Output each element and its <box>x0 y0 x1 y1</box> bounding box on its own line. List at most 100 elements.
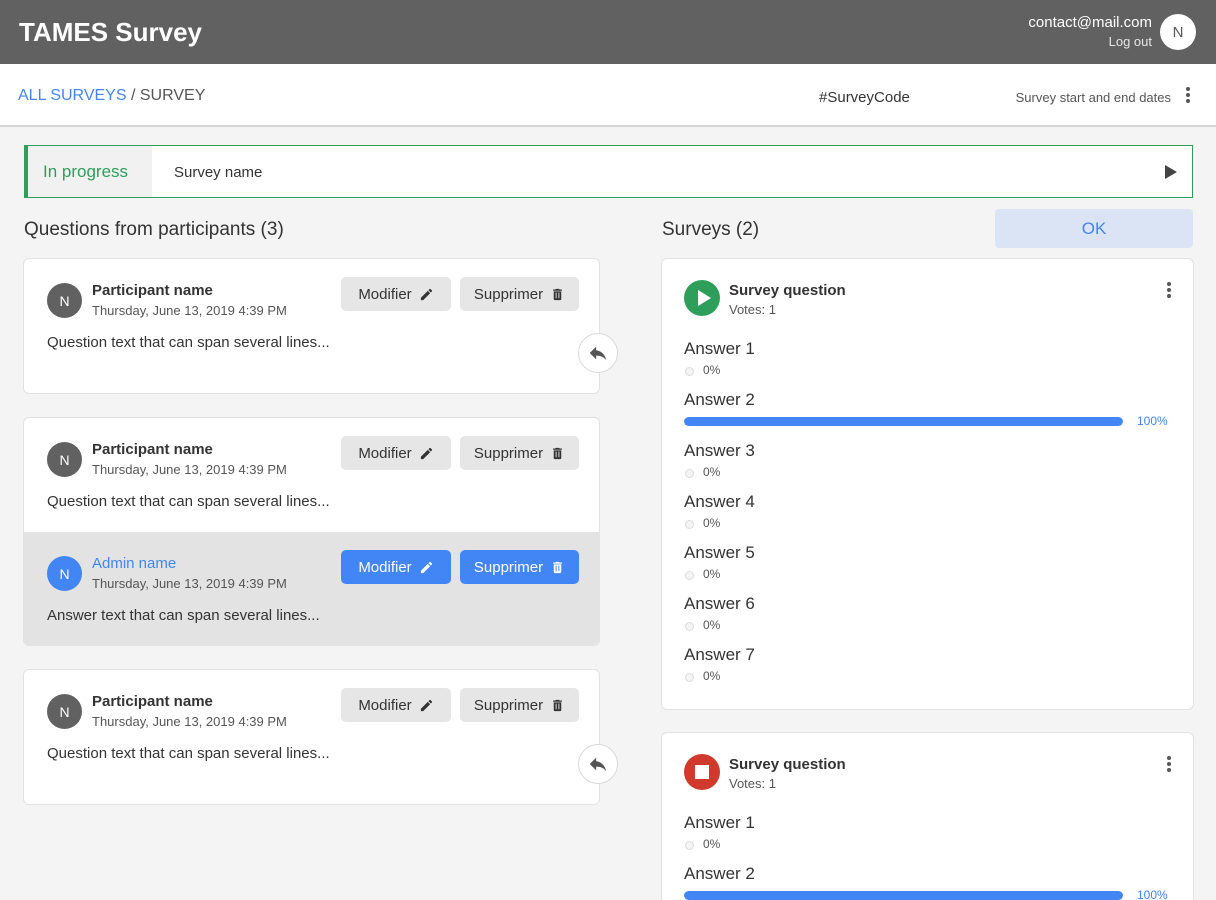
user-avatar[interactable]: N <box>1160 14 1196 50</box>
question-text: Question text that can span several line… <box>47 745 330 762</box>
top-bar: TAMES Survey contact@mail.com Log out N <box>0 0 1216 64</box>
modify-label: Modifier <box>358 696 412 714</box>
participant-name: Participant name <box>92 693 213 710</box>
answer-label: Answer 1 <box>684 813 755 832</box>
delete-answer-button[interactable]: Supprimer <box>460 550 579 584</box>
trash-icon <box>553 288 562 300</box>
answer-date: Thursday, June 13, 2019 4:39 PM <box>92 576 287 591</box>
participant-name: Participant name <box>92 282 213 299</box>
answer-label: Answer 3 <box>684 441 755 460</box>
question-card: N Participant name Thursday, June 13, 20… <box>23 258 600 394</box>
answer-percent: 0% <box>703 837 721 851</box>
survey-votes: Votes: 1 <box>729 302 776 317</box>
delete-button[interactable]: Supprimer <box>460 277 579 311</box>
play-icon[interactable] <box>684 280 720 316</box>
answer-dot <box>685 673 694 682</box>
pencil-icon <box>420 699 432 711</box>
trash-icon <box>553 699 562 711</box>
admin-name: Admin name <box>92 555 177 572</box>
answer-label: Answer 1 <box>684 339 755 358</box>
survey-dates: Survey start and end dates <box>1015 90 1171 105</box>
answer-dot <box>685 841 694 850</box>
participant-avatar: N <box>47 694 82 729</box>
question-item: N Participant name Thursday, June 13, 20… <box>24 259 599 374</box>
answer-percent: 100% <box>1137 414 1168 428</box>
question-item: N Participant name Thursday, June 13, 20… <box>24 418 599 533</box>
question-date: Thursday, June 13, 2019 4:39 PM <box>92 714 287 729</box>
survey-card: Survey question Votes: 1 Answer 1 0% Answe… <box>661 732 1194 900</box>
survey-votes: Votes: 1 <box>729 776 776 791</box>
survey-answer: Answer 1 0% <box>684 339 1184 387</box>
play-icon[interactable] <box>1165 165 1177 179</box>
answer-dot <box>685 520 694 529</box>
survey-question: Survey question <box>729 282 846 299</box>
breadcrumb-all-surveys-link[interactable]: ALL SURVEYS <box>18 87 127 104</box>
pencil-icon <box>420 447 432 459</box>
delete-label: Supprimer <box>473 558 544 576</box>
survey-answer: Answer 2 100% <box>684 390 1184 438</box>
trash-icon <box>553 447 562 459</box>
survey-question: Survey question <box>729 756 846 773</box>
modify-label: Modifier <box>358 285 412 303</box>
survey-status-bar: In progress Survey name <box>24 145 1193 198</box>
questions-section-title: Questions from participants (3) <box>24 219 284 240</box>
answer-progress-fill <box>684 417 1123 426</box>
survey-header-bar: ALL SURVEYS / SURVEY #SurveyCode Survey … <box>0 64 1216 127</box>
answer-progress-bar <box>684 891 1123 900</box>
admin-avatar: N <box>47 556 82 591</box>
header-menu-icon[interactable] <box>1180 84 1196 106</box>
answer-label: Answer 4 <box>684 492 755 511</box>
delete-label: Supprimer <box>473 696 544 714</box>
question-card: N Participant name Thursday, June 13, 20… <box>23 417 600 646</box>
pencil-icon <box>420 288 432 300</box>
question-date: Thursday, June 13, 2019 4:39 PM <box>92 462 287 477</box>
answer-percent: 0% <box>703 516 721 530</box>
answer-label: Answer 2 <box>684 390 755 409</box>
survey-menu-icon[interactable] <box>1161 753 1177 775</box>
delete-button[interactable]: Supprimer <box>460 688 579 722</box>
modify-button[interactable]: Modifier <box>341 277 451 311</box>
trash-icon <box>553 561 562 573</box>
stop-icon[interactable] <box>684 754 720 790</box>
survey-answer: Answer 5 0% <box>684 543 1184 591</box>
modify-button[interactable]: Modifier <box>341 436 451 470</box>
breadcrumb: ALL SURVEYS / SURVEY <box>18 87 205 105</box>
survey-answer: Answer 7 0% <box>684 645 1184 693</box>
answer-percent: 0% <box>703 363 721 377</box>
answer-label: Answer 2 <box>684 864 755 883</box>
survey-code: #SurveyCode <box>819 89 910 106</box>
delete-button[interactable]: Supprimer <box>460 436 579 470</box>
question-text: Question text that can span several line… <box>47 493 330 510</box>
question-item: N Participant name Thursday, June 13, 20… <box>24 670 599 785</box>
survey-name: Survey name <box>174 164 263 181</box>
reply-button[interactable] <box>578 333 618 373</box>
breadcrumb-separator: / <box>130 87 136 104</box>
logout-link[interactable]: Log out <box>1028 34 1152 49</box>
ok-button[interactable]: OK <box>995 209 1193 248</box>
answer-dot <box>685 622 694 631</box>
reply-icon <box>589 346 607 361</box>
app-title: TAMES Survey <box>19 17 203 47</box>
question-card: N Participant name Thursday, June 13, 20… <box>23 669 600 805</box>
modify-button[interactable]: Modifier <box>341 688 451 722</box>
participant-avatar: N <box>47 283 82 318</box>
reply-button[interactable] <box>578 744 618 784</box>
admin-answer: N Admin name Thursday, June 13, 2019 4:3… <box>24 532 599 645</box>
survey-menu-icon[interactable] <box>1161 279 1177 301</box>
answer-percent: 0% <box>703 618 721 632</box>
answer-percent: 0% <box>703 669 721 683</box>
answer-dot <box>685 571 694 580</box>
modify-answer-button[interactable]: Modifier <box>341 550 451 584</box>
status-label: In progress <box>28 146 152 197</box>
modify-label: Modifier <box>358 558 412 576</box>
survey-answer: Answer 1 0% <box>684 813 1184 861</box>
answer-progress-bar <box>684 417 1123 426</box>
answer-text: Answer text that can span several lines.… <box>47 607 320 624</box>
answer-dot <box>685 469 694 478</box>
question-text: Question text that can span several line… <box>47 334 330 351</box>
survey-answer: Answer 2 100% <box>684 864 1184 900</box>
survey-answer: Answer 3 0% <box>684 441 1184 489</box>
user-info: contact@mail.com Log out <box>1028 14 1152 49</box>
modify-label: Modifier <box>358 444 412 462</box>
breadcrumb-current: SURVEY <box>139 87 206 104</box>
